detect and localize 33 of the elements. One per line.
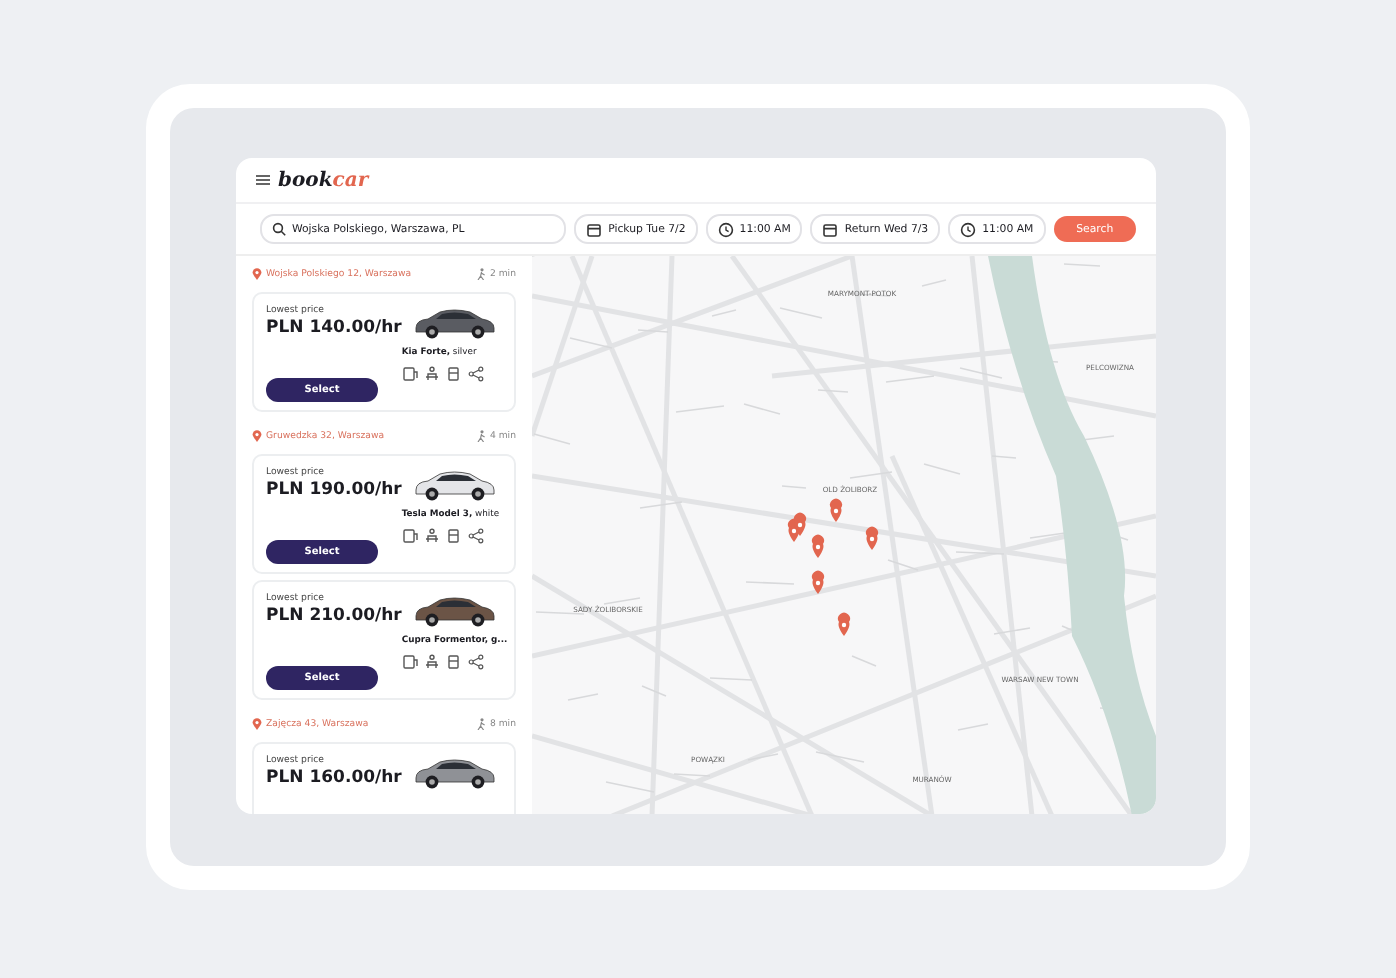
seat-icon <box>423 528 440 544</box>
clock-icon <box>960 221 977 237</box>
share-icon <box>467 528 484 544</box>
map-pin-icon[interactable] <box>830 498 842 522</box>
door-icon <box>401 654 418 670</box>
calendar-icon <box>586 221 603 237</box>
door-icon <box>401 366 418 382</box>
price: PLN 210.00/hr <box>266 606 402 626</box>
seat-icon <box>423 654 440 670</box>
location-pin-icon <box>252 718 262 730</box>
door-icon <box>401 528 418 544</box>
menu-icon <box>256 174 270 186</box>
price: PLN 160.00/hr <box>266 768 402 788</box>
walking-icon <box>475 268 486 280</box>
price: PLN 140.00/hr <box>266 318 402 338</box>
location-pin-icon <box>252 430 262 442</box>
map-pin-icon[interactable] <box>812 534 824 558</box>
seat-icon <box>423 366 440 382</box>
map-pin-icon[interactable] <box>812 570 824 594</box>
map-pin-icon[interactable] <box>838 612 850 636</box>
share-icon <box>467 366 484 382</box>
map-pin-icon[interactable] <box>794 512 806 536</box>
location-pin-icon <box>252 268 262 280</box>
search-icon <box>272 222 286 236</box>
menu-button[interactable] <box>256 174 270 186</box>
walking-icon <box>475 430 486 442</box>
price: PLN 190.00/hr <box>266 480 402 500</box>
walking-icon <box>475 718 486 730</box>
logo: bookcar <box>278 169 369 191</box>
calendar-icon <box>822 221 839 237</box>
clock-icon <box>717 221 734 237</box>
share-icon <box>467 654 484 670</box>
map-pin-icon[interactable] <box>866 526 878 550</box>
